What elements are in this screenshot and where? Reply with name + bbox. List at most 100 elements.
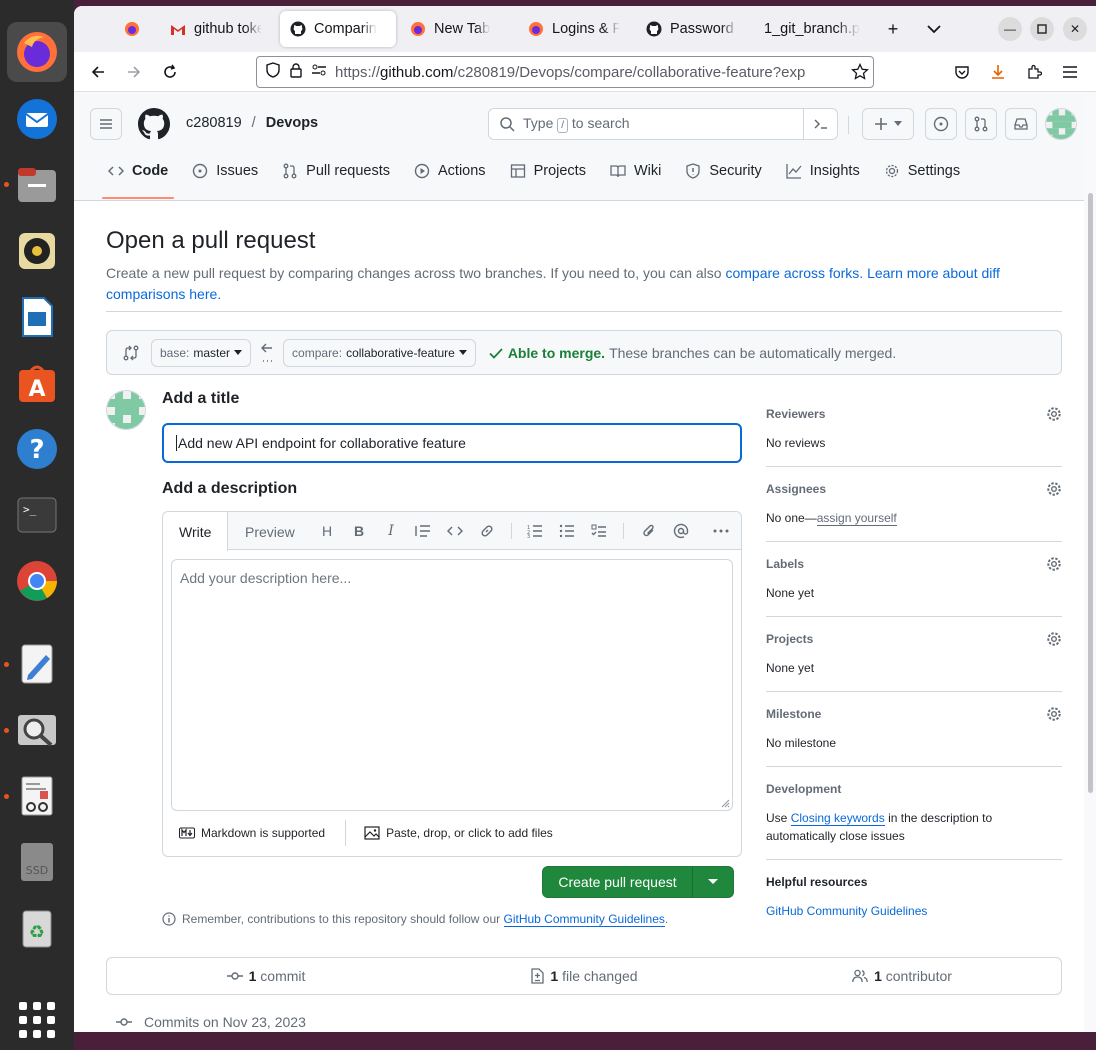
link-icon[interactable] <box>477 521 497 541</box>
search-input[interactable]: Type / to search <box>488 108 838 140</box>
url-bar[interactable]: https://github.com/c280819/Devops/compar… <box>256 56 874 88</box>
tab-security[interactable]: Security <box>673 151 773 191</box>
files-icon[interactable] <box>7 155 67 215</box>
maximize-icon[interactable] <box>1030 17 1054 41</box>
gear-icon[interactable] <box>1046 406 1062 422</box>
tab-new-tab[interactable]: New Tab <box>400 11 512 47</box>
tab-actions[interactable]: Actions <box>402 151 498 191</box>
bold-icon[interactable]: B <box>349 521 369 541</box>
rhythmbox-icon[interactable] <box>7 221 67 281</box>
create-new-button[interactable] <box>862 108 914 140</box>
document-viewer-icon[interactable] <box>7 766 67 826</box>
code-icon[interactable] <box>445 521 465 541</box>
description-textarea[interactable]: Add your description here... <box>171 559 733 811</box>
owner-link[interactable]: c280819 <box>186 115 242 131</box>
command-palette-icon[interactable] <box>803 109 837 139</box>
extensions-icon[interactable] <box>1022 60 1046 84</box>
paperclip-icon[interactable] <box>639 521 659 541</box>
title-input[interactable]: Add new API endpoint for collaborative f… <box>162 423 742 463</box>
create-options-dropdown[interactable] <box>693 867 733 897</box>
new-tab-icon[interactable]: + <box>880 16 906 42</box>
github-logo-icon[interactable] <box>138 108 170 145</box>
pull-requests-icon[interactable] <box>965 108 997 140</box>
lock-icon[interactable] <box>289 62 303 82</box>
unordered-list-icon[interactable] <box>557 521 577 541</box>
contributors-stat[interactable]: 1 contributor <box>743 968 1061 984</box>
italic-icon[interactable]: I <box>381 521 401 541</box>
files-stat[interactable]: 1 file changed <box>425 968 743 984</box>
minimize-icon[interactable]: — <box>998 17 1022 41</box>
quote-icon[interactable] <box>413 521 433 541</box>
community-guidelines-sidebar-link[interactable]: GitHub Community Guidelines <box>766 904 927 918</box>
terminal-icon[interactable]: >_ <box>7 485 67 545</box>
task-list-icon[interactable] <box>589 521 609 541</box>
gear-icon[interactable] <box>1046 556 1062 572</box>
tab-git-branch[interactable]: 1_git_branch.p <box>754 11 870 47</box>
inbox-icon[interactable] <box>1005 108 1037 140</box>
check-icon <box>489 347 503 359</box>
help-icon[interactable]: ? <box>7 419 67 479</box>
tab-issues[interactable]: Issues <box>180 151 270 191</box>
tab-gmail[interactable]: github toke <box>160 11 272 47</box>
scrollbar-thumb[interactable] <box>1088 193 1093 793</box>
commits-stat[interactable]: 1 commit <box>107 968 425 984</box>
create-pull-request-button[interactable]: Create pull request <box>542 866 734 898</box>
text-editor-icon[interactable] <box>7 634 67 694</box>
repo-link[interactable]: Devops <box>266 115 318 131</box>
gear-icon[interactable] <box>1046 706 1062 722</box>
issues-icon[interactable] <box>925 108 957 140</box>
bookmark-star-icon[interactable] <box>848 60 872 84</box>
plus-icon <box>875 118 887 130</box>
markdown-note[interactable]: Markdown is supported <box>201 826 325 840</box>
gear-icon[interactable] <box>1046 631 1062 647</box>
user-avatar[interactable] <box>1045 108 1077 140</box>
tab-wiki[interactable]: Wiki <box>598 151 673 191</box>
gear-icon[interactable] <box>1046 481 1062 497</box>
hamburger-menu-icon[interactable] <box>90 108 122 140</box>
closing-keywords-link[interactable]: Closing keywords <box>790 811 885 826</box>
tab-projects[interactable]: Projects <box>498 151 598 191</box>
writer-icon[interactable] <box>7 287 67 347</box>
back-icon[interactable] <box>86 60 110 84</box>
attach-note[interactable]: Paste, drop, or click to add files <box>386 826 553 840</box>
tab-password-reset[interactable]: Password re <box>636 11 748 47</box>
pocket-icon[interactable] <box>950 60 974 84</box>
community-guidelines-link[interactable]: GitHub Community Guidelines <box>503 912 665 927</box>
assign-yourself-link[interactable]: assign yourself <box>816 511 897 526</box>
app-center-icon[interactable]: A <box>7 353 67 413</box>
close-icon[interactable]: ✕ <box>1063 17 1087 41</box>
tab-write[interactable]: Write <box>163 512 229 551</box>
tab-firefox[interactable] <box>114 11 154 47</box>
mention-icon[interactable] <box>671 521 691 541</box>
base-branch-select[interactable]: base: master <box>151 338 252 367</box>
image-viewer-icon[interactable] <box>7 700 67 760</box>
tab-settings[interactable]: Settings <box>872 151 972 191</box>
more-options-icon[interactable] <box>711 521 731 541</box>
forward-icon[interactable] <box>122 60 146 84</box>
permissions-icon[interactable] <box>311 63 327 81</box>
firefox-icon[interactable] <box>7 22 67 82</box>
menu-icon[interactable] <box>1058 60 1082 84</box>
chrome-icon[interactable] <box>7 551 67 611</box>
trash-icon[interactable]: ♻ <box>7 898 67 958</box>
compare-forks-link[interactable]: compare across forks. <box>725 265 863 281</box>
tab-code[interactable]: Code <box>96 151 180 199</box>
tab-logins[interactable]: Logins & Pa <box>518 11 630 47</box>
compare-branch-select[interactable]: compare: collaborative-feature <box>283 338 476 367</box>
show-apps-icon[interactable] <box>19 1002 55 1038</box>
list-all-tabs-icon[interactable] <box>921 16 947 42</box>
resize-handle-icon[interactable] <box>720 798 730 808</box>
tab-pull-requests[interactable]: Pull requests <box>270 151 402 191</box>
tracking-protection-icon[interactable] <box>265 62 281 82</box>
ordered-list-icon[interactable]: 123 <box>525 521 545 541</box>
tab-compare[interactable]: Comparin <box>280 11 396 47</box>
downloads-icon[interactable] <box>986 60 1010 84</box>
tab-insights[interactable]: Insights <box>774 151 872 191</box>
tab-preview[interactable]: Preview <box>229 512 311 551</box>
thunderbird-icon[interactable] <box>7 89 67 149</box>
create-pull-request-label[interactable]: Create pull request <box>543 867 693 897</box>
ssd-drive-icon[interactable]: SSD <box>7 832 67 892</box>
reload-icon[interactable] <box>158 60 182 84</box>
heading-icon[interactable]: H <box>317 521 337 541</box>
page-scrollbar[interactable] <box>1084 93 1096 1032</box>
